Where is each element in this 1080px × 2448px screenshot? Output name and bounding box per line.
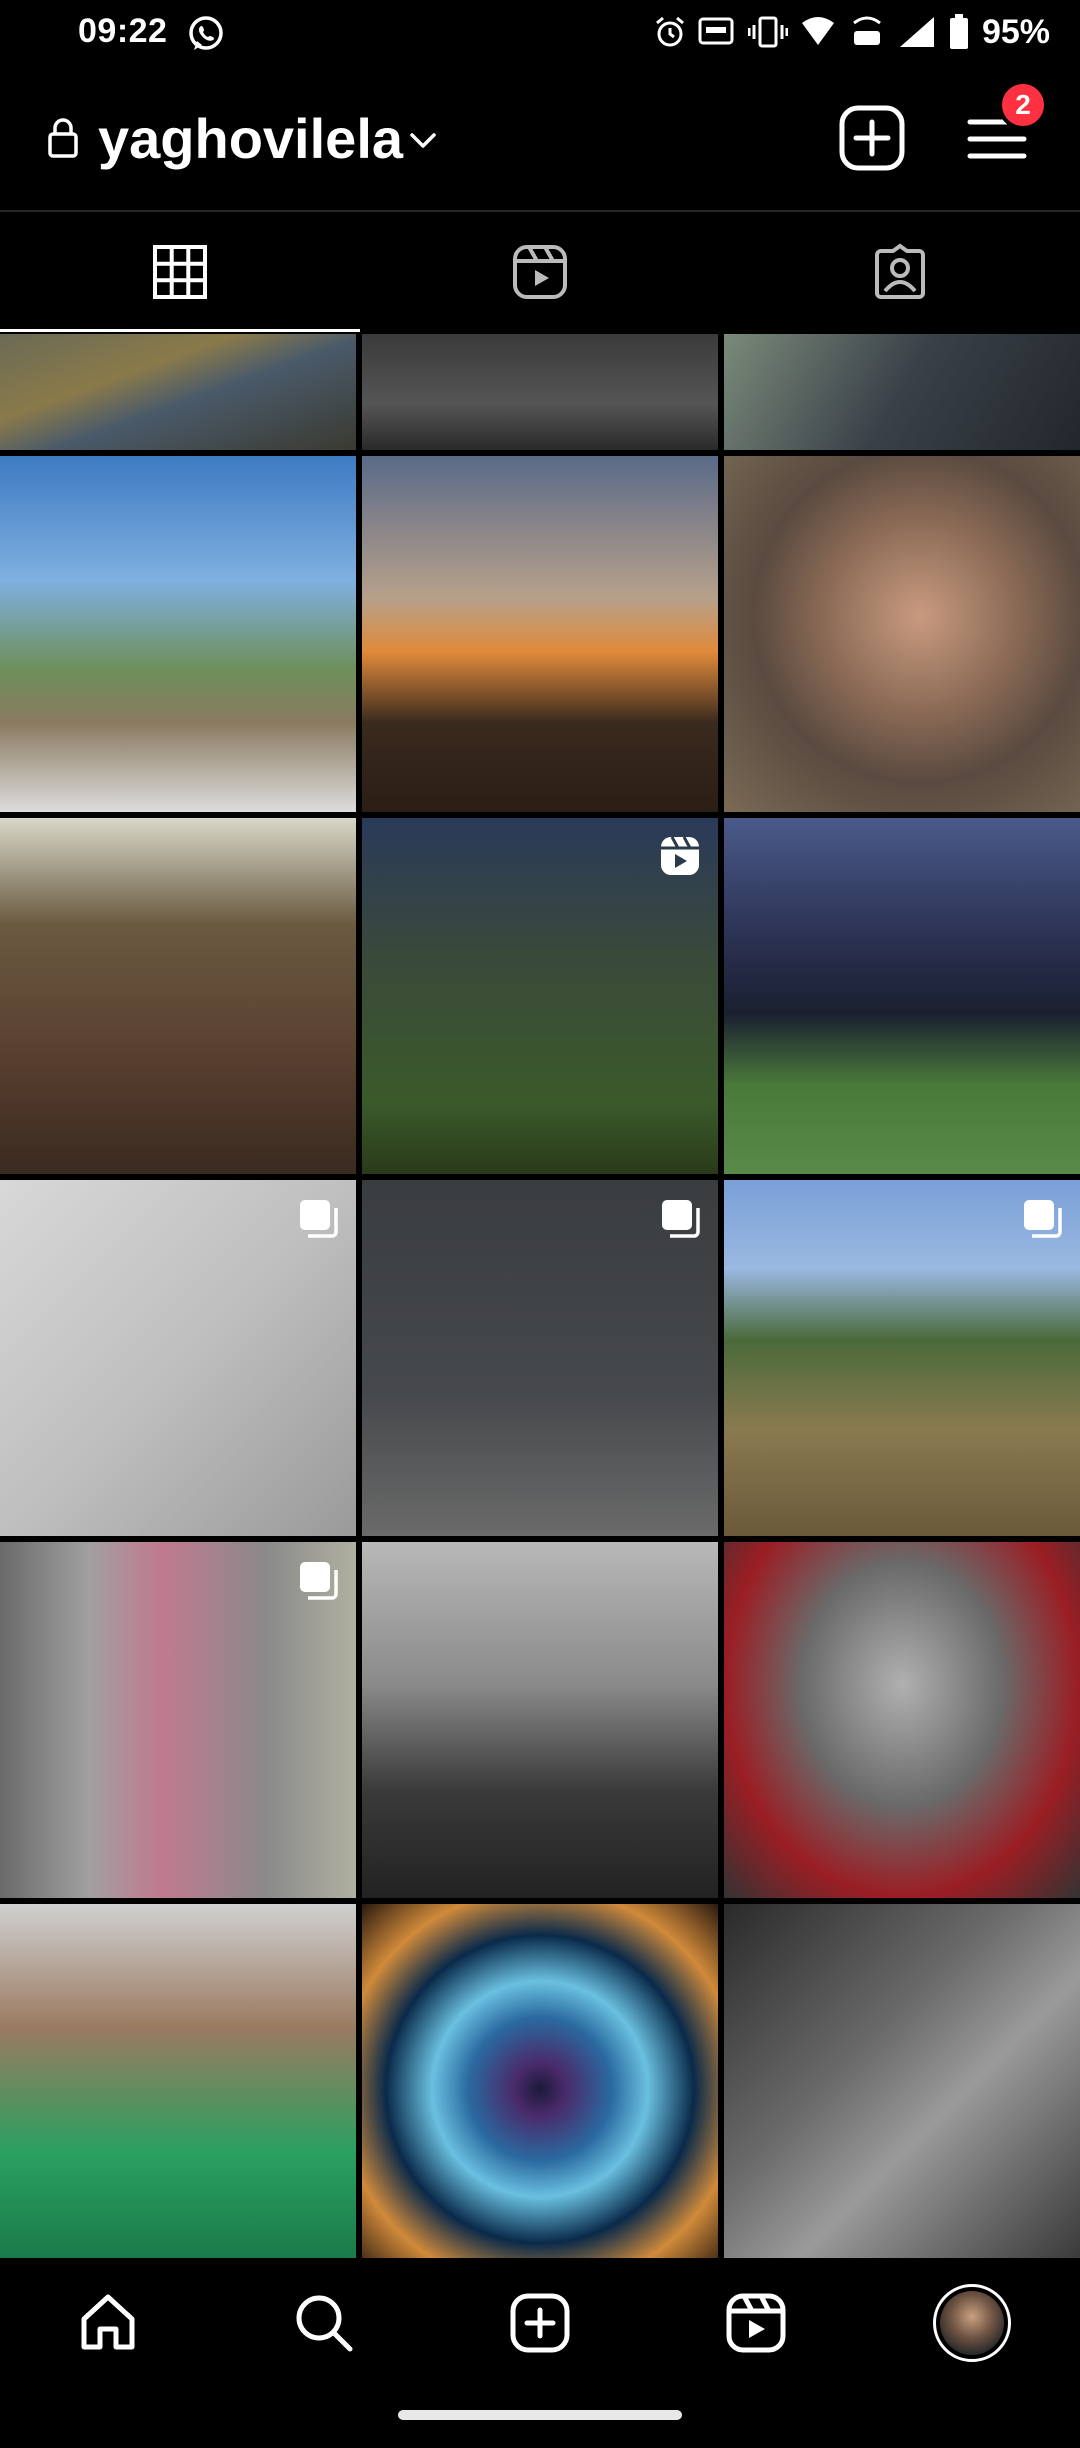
status-icons: 95% bbox=[654, 12, 1050, 52]
post-bw-portrait[interactable] bbox=[724, 1904, 1080, 2258]
vibrate-icon bbox=[747, 16, 788, 48]
carousel-indicator-icon bbox=[300, 1562, 338, 1600]
chevron-down-icon[interactable] bbox=[406, 124, 440, 158]
post-motorcycle[interactable] bbox=[0, 334, 356, 450]
tab-posts-grid[interactable] bbox=[0, 212, 360, 332]
post-galaxy-eye[interactable] bbox=[362, 1904, 718, 2258]
post-field-log[interactable] bbox=[724, 1180, 1080, 1536]
grid-icon bbox=[153, 245, 207, 299]
nav-reels[interactable] bbox=[648, 2258, 864, 2388]
nav-profile[interactable] bbox=[864, 2258, 1080, 2388]
post-gym-mirror[interactable] bbox=[362, 1542, 718, 1898]
tab-reels[interactable] bbox=[360, 212, 720, 332]
post-flex-pose[interactable] bbox=[362, 1180, 718, 1536]
new-post-button[interactable] bbox=[838, 104, 906, 172]
bottom-navigation bbox=[0, 2258, 1080, 2388]
create-icon bbox=[510, 2293, 570, 2353]
carousel-indicator-icon bbox=[662, 1200, 700, 1238]
posts-grid bbox=[0, 334, 1080, 2258]
reels-icon bbox=[513, 245, 567, 299]
alarm-icon bbox=[655, 16, 684, 47]
avatar-photo bbox=[940, 2291, 1004, 2355]
post-bw-selfie-red[interactable] bbox=[724, 1542, 1080, 1898]
wifi-icon bbox=[801, 17, 834, 45]
post-river-night[interactable] bbox=[724, 818, 1080, 1174]
tagged-icon bbox=[875, 243, 925, 299]
post-air-rifle[interactable] bbox=[0, 1180, 356, 1536]
post-barbell[interactable] bbox=[362, 334, 718, 450]
tab-tagged[interactable] bbox=[720, 212, 1080, 332]
post-pull-up-bars[interactable] bbox=[362, 818, 718, 1174]
instagram-profile-screen: 09:22 95% yaghovilela 2 bbox=[0, 0, 1080, 2448]
battery-icon bbox=[949, 14, 968, 49]
post-sunset[interactable] bbox=[362, 456, 718, 812]
home-icon bbox=[81, 2294, 135, 2350]
status-time: 09:22 bbox=[78, 12, 168, 50]
post-green-tank-selfie[interactable] bbox=[0, 1904, 356, 2258]
post-forest[interactable] bbox=[0, 818, 356, 1174]
profile-avatar bbox=[933, 2284, 1011, 2362]
post-mirror-selfie-pink[interactable] bbox=[0, 1542, 356, 1898]
profile-username[interactable]: yaghovilela bbox=[98, 106, 403, 171]
post-city-view[interactable] bbox=[0, 456, 356, 812]
nav-home[interactable] bbox=[0, 2258, 216, 2388]
carousel-indicator-icon bbox=[300, 1200, 338, 1238]
post-shirt[interactable] bbox=[724, 334, 1080, 450]
search-icon bbox=[296, 2295, 353, 2352]
reel-indicator-icon bbox=[661, 836, 699, 875]
auto-hd-icon bbox=[698, 17, 734, 45]
profile-tabs bbox=[0, 212, 1080, 332]
volte-icon bbox=[853, 16, 881, 45]
reels-icon bbox=[726, 2293, 786, 2353]
signal-icon bbox=[899, 17, 934, 47]
carousel-indicator-icon bbox=[1024, 1200, 1062, 1238]
post-selfie-glasses[interactable] bbox=[724, 456, 1080, 812]
profile-header: yaghovilela 2 bbox=[0, 80, 1080, 200]
notification-badge: 2 bbox=[998, 80, 1048, 130]
lock-icon bbox=[48, 118, 78, 158]
battery-percent: 95% bbox=[981, 12, 1050, 51]
nav-create[interactable] bbox=[432, 2258, 648, 2388]
whatsapp-icon bbox=[189, 16, 223, 50]
home-indicator[interactable] bbox=[398, 2410, 682, 2420]
nav-search[interactable] bbox=[216, 2258, 432, 2388]
status-bar: 09:22 95% bbox=[0, 0, 1080, 64]
